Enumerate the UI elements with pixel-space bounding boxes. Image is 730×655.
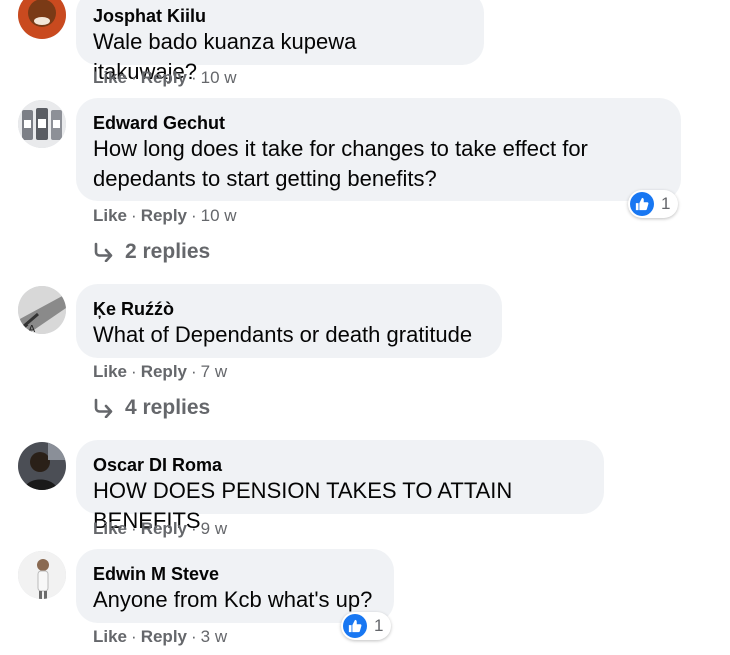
- comment-actions: Like · Reply · 9 w: [93, 519, 228, 538]
- reaction-count: 1: [374, 616, 384, 635]
- view-replies-button[interactable]: 2 replies: [93, 240, 210, 264]
- avatar[interactable]: [18, 100, 66, 148]
- comment-time[interactable]: 7 w: [201, 362, 227, 381]
- reaction-badge[interactable]: 1: [341, 612, 392, 640]
- comment-bubble: Josphat Kiilu Wale bado kuanza kupewa it…: [76, 0, 484, 84]
- comment-time[interactable]: 3 w: [201, 627, 227, 646]
- comment-author[interactable]: Oscar DI Roma: [93, 454, 586, 476]
- comment-text: What of Dependants or death gratitude: [93, 322, 473, 347]
- comment-author[interactable]: Edwin M Steve: [93, 563, 376, 585]
- comment-actions: Like · Reply · 7 w: [93, 362, 228, 381]
- avatar[interactable]: [18, 0, 66, 39]
- thumbs-up-icon: [343, 614, 367, 638]
- like-link[interactable]: Like: [93, 519, 127, 538]
- thumbs-up-icon: [630, 192, 654, 216]
- view-replies-button[interactable]: 4 replies: [93, 396, 210, 420]
- like-link[interactable]: Like: [93, 627, 127, 646]
- reply-link[interactable]: Reply: [141, 68, 187, 87]
- reply-arrow-icon: [94, 398, 113, 418]
- replies-label: 4 replies: [125, 396, 211, 419]
- reply-link[interactable]: Reply: [141, 519, 187, 538]
- comment-time[interactable]: 10 w: [201, 206, 237, 225]
- reply-link[interactable]: Reply: [141, 206, 187, 225]
- reply-link[interactable]: Reply: [141, 362, 187, 381]
- like-link[interactable]: Like: [93, 206, 127, 225]
- comment-time[interactable]: 10 w: [201, 68, 237, 87]
- comment-text-line: How long does it take for changes to tak…: [93, 136, 588, 161]
- comment-author[interactable]: Josphat Kiilu: [93, 5, 466, 27]
- avatar[interactable]: [18, 442, 66, 490]
- comment-bubble: Edward Gechut How long does it take for …: [76, 98, 681, 201]
- comment-text-line: depedants to start getting benefits?: [93, 166, 437, 191]
- comment-bubble: Edwin M Steve Anyone from Kcb what's up?: [76, 549, 394, 623]
- reaction-count: 1: [661, 194, 671, 213]
- comment-bubble: Ķe Ruźźò What of Dependants or death gra…: [76, 284, 502, 358]
- reaction-badge[interactable]: 1: [628, 190, 679, 218]
- comment-bubble: Oscar DI Roma HOW DOES PENSION TAKES TO …: [76, 440, 604, 533]
- reply-link[interactable]: Reply: [141, 627, 187, 646]
- like-link[interactable]: Like: [93, 362, 127, 381]
- like-link[interactable]: Like: [93, 68, 127, 87]
- comment-actions: Like · Reply · 10 w: [93, 206, 237, 225]
- avatar[interactable]: KA: [18, 286, 66, 334]
- comment-actions: Like · Reply · 3 w: [93, 627, 228, 646]
- reply-arrow-icon: [94, 242, 113, 262]
- avatar[interactable]: [18, 551, 66, 599]
- comment-author[interactable]: Edward Gechut: [93, 112, 663, 134]
- comment-text: Anyone from Kcb what's up?: [93, 587, 373, 612]
- comment-time[interactable]: 9 w: [201, 519, 227, 538]
- comment-actions: Like · Reply · 10 w: [93, 68, 237, 87]
- comment-author[interactable]: Ķe Ruźźò: [93, 298, 484, 320]
- svg-text:KA: KA: [22, 324, 35, 334]
- replies-label: 2 replies: [125, 240, 211, 263]
